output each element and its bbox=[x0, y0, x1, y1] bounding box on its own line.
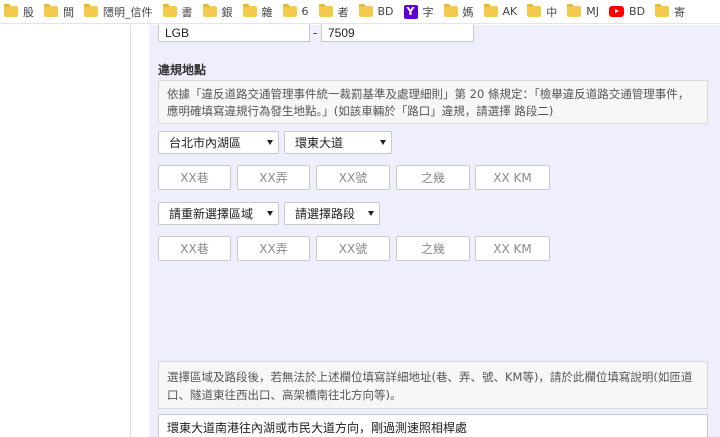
folder-icon bbox=[483, 4, 498, 17]
yahoo-icon: Y bbox=[403, 4, 418, 19]
folder-icon bbox=[242, 4, 257, 17]
lane-input-2[interactable]: XX巷 bbox=[158, 236, 231, 261]
bookmark-10[interactable]: 媽 bbox=[443, 2, 474, 22]
district-value-1: 台北市內湖區 bbox=[169, 136, 242, 150]
bookmark-11[interactable]: AK bbox=[483, 2, 518, 22]
folder-icon bbox=[358, 4, 373, 17]
bookmark-2[interactable]: 隱明_信件 bbox=[84, 2, 153, 22]
address-note: 選擇區域及路段後，若無法於上述欄位填寫詳細地址(巷、弄、號、KM等)，請於此欄位… bbox=[158, 361, 708, 409]
folder-icon bbox=[84, 4, 98, 17]
bookmark-label: BD bbox=[377, 5, 394, 18]
folder-icon bbox=[318, 4, 333, 17]
district-value-2: 請重新選擇區域 bbox=[169, 207, 254, 221]
bookmark-label: 者 bbox=[337, 5, 349, 19]
bookmark-4[interactable]: 銀 bbox=[202, 2, 233, 22]
road-select-1[interactable]: 環東大道 bbox=[284, 131, 392, 154]
road-select-2[interactable]: 請選擇路段 bbox=[284, 202, 380, 225]
bookmark-label: 書 bbox=[181, 5, 193, 19]
road-value-2: 請選擇路段 bbox=[295, 207, 356, 221]
folder-icon bbox=[527, 4, 542, 17]
alley-input-1[interactable]: XX弄 bbox=[237, 165, 310, 190]
bookmark-6[interactable]: 6 bbox=[282, 2, 309, 22]
regulation-info: 依據「違反道路交通管理事件統一裁罰基準及處理細則」第 20 條規定：「檢舉違反道… bbox=[158, 80, 708, 124]
lane-input-1[interactable]: XX巷 bbox=[158, 165, 231, 190]
bookmark-label: MJ bbox=[586, 5, 600, 18]
plate-separator: - bbox=[313, 26, 318, 40]
section-title: 違規地點 bbox=[158, 63, 207, 77]
folder-icon bbox=[655, 4, 670, 17]
folder-icon bbox=[443, 4, 458, 17]
bookmark-14[interactable]: BD bbox=[609, 2, 645, 22]
plate-prefix-input[interactable]: LGB bbox=[158, 24, 310, 42]
location-description-input[interactable]: 環東大道南港往內湖或市民大道方向，剛過測速照相桿處 bbox=[158, 414, 708, 437]
bookmark-label: 股 bbox=[23, 5, 34, 19]
bookmark-label: 寄 bbox=[674, 5, 686, 19]
bookmark-label: 隱明_信件 bbox=[103, 5, 153, 19]
bookmark-label: 雜 bbox=[261, 5, 273, 19]
plate-number-input[interactable]: 7509 bbox=[321, 24, 474, 42]
folder-icon bbox=[282, 4, 297, 17]
bookmark-label: 間 bbox=[63, 5, 74, 19]
folder-icon bbox=[4, 4, 18, 17]
bookmark-1[interactable]: 間 bbox=[44, 2, 74, 22]
folder-icon bbox=[44, 4, 58, 17]
chevron-down-icon bbox=[267, 211, 273, 216]
bookmarks-bar: 股 間 隱明_信件 書 銀 雜 6 者 BD Y字 媽 AK 中 MJ BD 寄 bbox=[0, 0, 720, 24]
of-input-2[interactable]: 之幾 bbox=[396, 236, 470, 261]
bookmark-8[interactable]: BD bbox=[358, 2, 394, 22]
chevron-down-icon bbox=[267, 140, 273, 145]
bookmark-label: 字 bbox=[422, 5, 434, 19]
chevron-down-icon bbox=[380, 140, 386, 145]
km-input-1[interactable]: XX KM bbox=[475, 165, 550, 190]
number-input-1[interactable]: XX號 bbox=[316, 165, 390, 190]
bookmark-label: 銀 bbox=[221, 5, 233, 19]
of-input-1[interactable]: 之幾 bbox=[396, 165, 470, 190]
bookmark-label: BD bbox=[629, 5, 646, 18]
bookmark-label: 中 bbox=[546, 5, 558, 19]
bookmark-13[interactable]: MJ bbox=[567, 2, 599, 22]
bookmark-12[interactable]: 中 bbox=[527, 2, 557, 22]
bookmark-15[interactable]: 寄 bbox=[655, 2, 685, 22]
folder-icon bbox=[567, 4, 582, 17]
bookmark-7[interactable]: 者 bbox=[318, 2, 349, 22]
bookmark-0[interactable]: 股 bbox=[4, 2, 34, 22]
bookmark-label: AK bbox=[502, 5, 518, 18]
folder-icon bbox=[162, 4, 177, 17]
district-select-2[interactable]: 請重新選擇區域 bbox=[158, 202, 279, 225]
alley-input-2[interactable]: XX弄 bbox=[237, 236, 310, 261]
bookmark-9[interactable]: Y字 bbox=[403, 2, 434, 22]
youtube-icon bbox=[609, 6, 625, 17]
number-input-2[interactable]: XX號 bbox=[316, 236, 390, 261]
folder-icon bbox=[202, 4, 217, 17]
bookmark-5[interactable]: 雜 bbox=[242, 2, 273, 22]
left-gutter bbox=[0, 25, 131, 437]
road-value-1: 環東大道 bbox=[295, 136, 344, 150]
km-input-2[interactable]: XX KM bbox=[475, 236, 550, 261]
bookmark-label: 媽 bbox=[462, 5, 474, 19]
district-select-1[interactable]: 台北市內湖區 bbox=[158, 131, 279, 154]
panel-edge bbox=[131, 25, 149, 437]
bookmark-3[interactable]: 書 bbox=[162, 2, 193, 22]
chevron-down-icon bbox=[368, 211, 374, 216]
bookmark-label: 6 bbox=[301, 5, 309, 18]
